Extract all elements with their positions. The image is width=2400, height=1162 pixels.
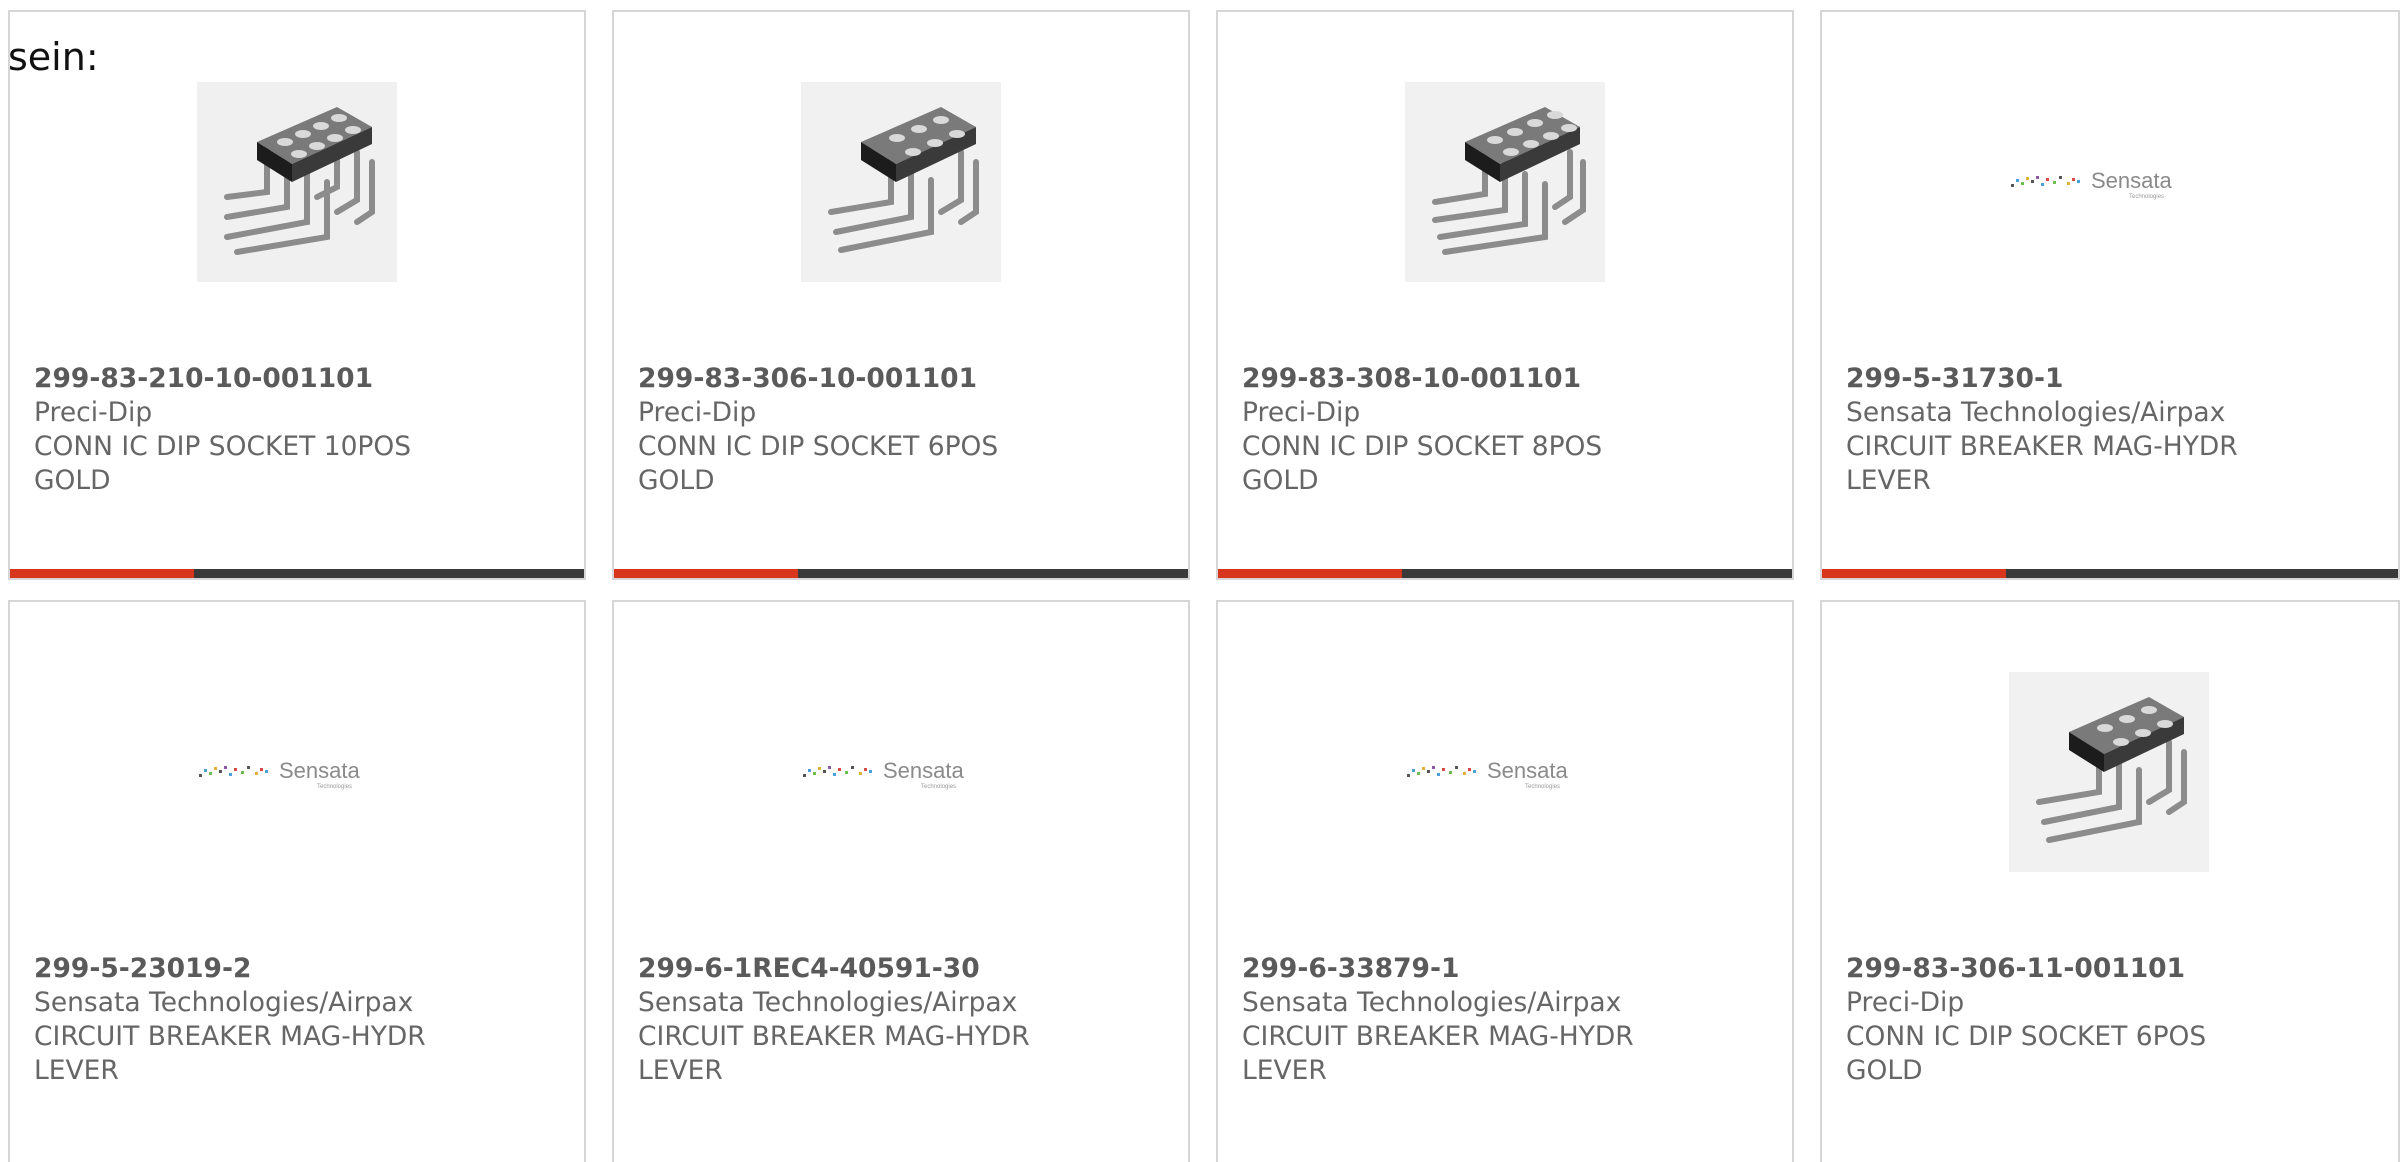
part-number[interactable]: 299-6-33879-1	[1242, 952, 1772, 986]
manufacturer: Sensata Technologies/Airpax	[34, 987, 414, 1018]
sensata-sub: Technologies	[2129, 194, 2164, 200]
manufacturer: Preci-Dip	[34, 397, 153, 428]
progress-bar	[1822, 569, 2398, 578]
product-info: 299-83-306-10-001101 Preci-Dip CONN IC D…	[638, 362, 1168, 498]
description: CIRCUIT BREAKER MAG-HYDR LEVER	[1242, 1021, 1634, 1086]
dip-socket-icon	[801, 82, 1001, 282]
product-image: Sensata Technologies	[197, 672, 397, 872]
product-info: 299-5-31730-1 Sensata Technologies/Airpa…	[1846, 362, 2376, 498]
progress-bar	[614, 569, 1188, 578]
sensata-logo: Sensata Technologies	[1407, 758, 1568, 790]
sensata-logo: Sensata Technologies	[803, 758, 964, 790]
progress-bar	[1218, 569, 1792, 578]
sensata-brand: Sensata	[279, 758, 360, 783]
product-info: 299-6-33879-1 Sensata Technologies/Airpa…	[1242, 952, 1772, 1088]
product-image	[197, 82, 397, 282]
product-image	[801, 82, 1001, 282]
part-number[interactable]: 299-83-306-11-001101	[1846, 952, 2376, 986]
product-info: 299-6-1REC4-40591-30 Sensata Technologie…	[638, 952, 1168, 1088]
product-card[interactable]: Sensata Technologies 299-5-23019-2 Sensa…	[8, 600, 586, 1162]
part-number[interactable]: 299-83-210-10-001101	[34, 362, 564, 396]
part-number[interactable]: 299-5-23019-2	[34, 952, 564, 986]
product-card[interactable]: 299-83-306-10-001101 Preci-Dip CONN IC D…	[612, 10, 1190, 580]
part-number[interactable]: 299-6-1REC4-40591-30	[638, 952, 1168, 986]
description: CIRCUIT BREAKER MAG-HYDR LEVER	[638, 1021, 1030, 1086]
sensata-sub: Technologies	[317, 784, 352, 790]
product-grid-page: sein: 299-83-210-10-001101 Preci-Dip CON…	[0, 0, 2400, 1162]
product-card[interactable]: Sensata Technologies 299-6-1REC4-40591-3…	[612, 600, 1190, 1162]
product-card[interactable]: Sensata Technologies 299-6-33879-1 Sensa…	[1216, 600, 1794, 1162]
product-card[interactable]: 299-83-210-10-001101 Preci-Dip CONN IC D…	[8, 10, 586, 580]
product-info: 299-83-210-10-001101 Preci-Dip CONN IC D…	[34, 362, 564, 498]
product-info: 299-5-23019-2 Sensata Technologies/Airpa…	[34, 952, 564, 1088]
progress-fill	[1218, 569, 1402, 578]
description: CONN IC DIP SOCKET 10POS GOLD	[34, 431, 412, 496]
product-image	[2009, 672, 2209, 872]
description: CONN IC DIP SOCKET 6POS GOLD	[1846, 1021, 2207, 1086]
manufacturer: Sensata Technologies/Airpax	[1242, 987, 1622, 1018]
progress-fill	[1822, 569, 2007, 578]
part-number[interactable]: 299-83-306-10-001101	[638, 362, 1168, 396]
product-info: 299-83-308-10-001101 Preci-Dip CONN IC D…	[1242, 362, 1772, 498]
dip-socket-icon	[197, 82, 397, 282]
part-number[interactable]: 299-5-31730-1	[1846, 362, 2376, 396]
product-image: Sensata Technologies	[1405, 672, 1605, 872]
sensata-logo: Sensata Technologies	[199, 758, 360, 790]
sensata-brand: Sensata	[2091, 168, 2172, 193]
description: CONN IC DIP SOCKET 6POS GOLD	[638, 431, 999, 496]
manufacturer: Preci-Dip	[638, 397, 757, 428]
manufacturer: Sensata Technologies/Airpax	[638, 987, 1018, 1018]
description: CIRCUIT BREAKER MAG-HYDR LEVER	[34, 1021, 426, 1086]
sensata-logo: Sensata Technologies	[2011, 168, 2172, 200]
product-card[interactable]: Sensata Technologies 299-5-31730-1 Sensa…	[1820, 10, 2400, 580]
sensata-sub: Technologies	[921, 784, 956, 790]
product-image: Sensata Technologies	[801, 672, 1001, 872]
progress-fill	[614, 569, 798, 578]
description: CIRCUIT BREAKER MAG-HYDR LEVER	[1846, 431, 2238, 496]
manufacturer: Preci-Dip	[1846, 987, 1965, 1018]
sensata-brand: Sensata	[883, 758, 964, 783]
sensata-sub: Technologies	[1525, 784, 1560, 790]
product-info: 299-83-306-11-001101 Preci-Dip CONN IC D…	[1846, 952, 2376, 1088]
manufacturer: Preci-Dip	[1242, 397, 1361, 428]
sensata-brand: Sensata	[1487, 758, 1568, 783]
manufacturer: Sensata Technologies/Airpax	[1846, 397, 2226, 428]
product-image	[1405, 82, 1605, 282]
dip-socket-icon	[2009, 672, 2209, 872]
part-number[interactable]: 299-83-308-10-001101	[1242, 362, 1772, 396]
description: CONN IC DIP SOCKET 8POS GOLD	[1242, 431, 1603, 496]
progress-fill	[10, 569, 194, 578]
dip-socket-icon	[1405, 82, 1605, 282]
intro-text: sein:	[8, 35, 99, 79]
product-card[interactable]: 299-83-308-10-001101 Preci-Dip CONN IC D…	[1216, 10, 1794, 580]
product-card[interactable]: 299-83-306-11-001101 Preci-Dip CONN IC D…	[1820, 600, 2400, 1162]
progress-bar	[10, 569, 584, 578]
product-image: Sensata Technologies	[2009, 82, 2209, 282]
